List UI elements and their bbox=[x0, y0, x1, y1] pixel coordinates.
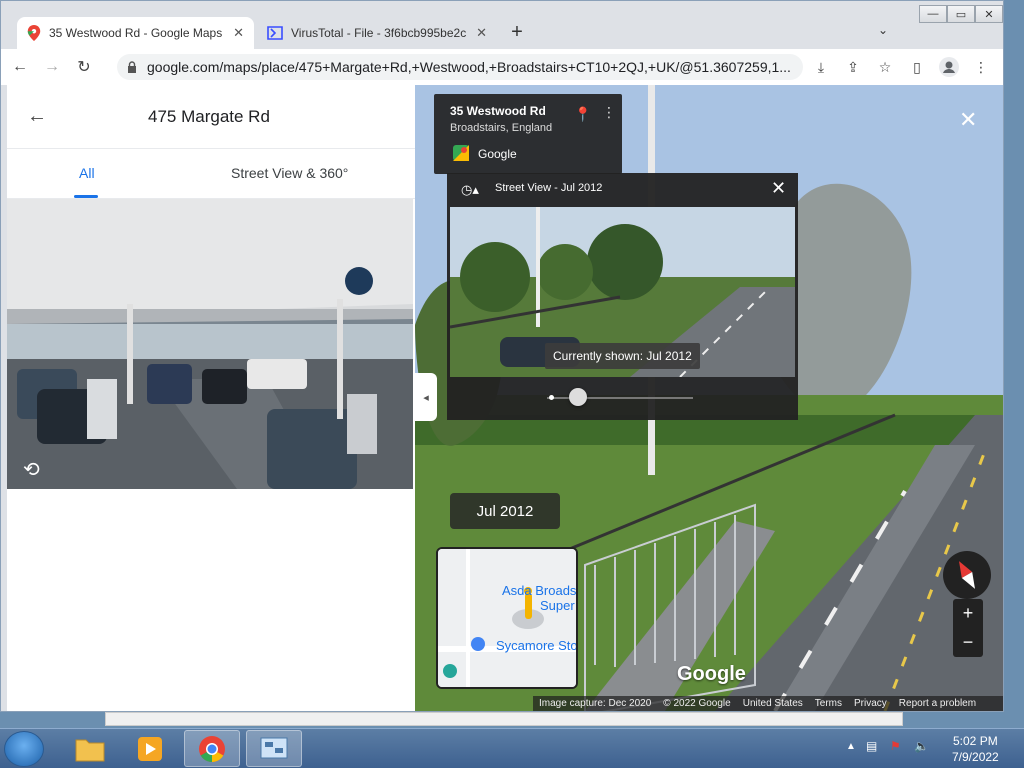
url-text: google.com/maps/place/475+Margate+Rd,+We… bbox=[147, 59, 791, 75]
time-machine-header: ◷▴ Street View - Jul 2012 ✕ bbox=[447, 173, 798, 205]
taskbar-chrome-icon[interactable] bbox=[184, 730, 240, 767]
virustotal-icon bbox=[267, 26, 283, 40]
panel-header: ← 475 Margate Rd bbox=[7, 85, 415, 149]
collapse-panel-button[interactable]: ◂ bbox=[415, 373, 437, 421]
address-bar[interactable]: google.com/maps/place/475+Margate+Rd,+We… bbox=[117, 54, 803, 80]
clock[interactable]: 5:02 PM 7/9/2022 bbox=[952, 733, 999, 765]
tab-close-icon[interactable]: ✕ bbox=[476, 25, 487, 41]
profile-avatar-icon[interactable] bbox=[937, 55, 961, 79]
location-info-card: 35 Westwood Rd Broadstairs, England 📍 ⋮ … bbox=[434, 94, 622, 174]
toolbar-icons: ⤓ ⇪ ☆ ▯ ⋮ bbox=[809, 55, 993, 79]
side-panel-icon[interactable]: ▯ bbox=[905, 55, 929, 79]
active-tab-indicator bbox=[74, 195, 98, 198]
browser-window: — ▭ ✕ 35 Westwood Rd - Google Maps ✕ Vir… bbox=[0, 0, 1004, 712]
location-subtitle: Broadstairs, England bbox=[450, 122, 553, 134]
new-tab-button[interactable]: + bbox=[506, 21, 528, 43]
tab-google-maps[interactable]: 35 Westwood Rd - Google Maps ✕ bbox=[17, 17, 254, 49]
map-footer: Image capture: Dec 2020 © 2022 Google Un… bbox=[533, 696, 1003, 711]
tab-search-chevron-icon[interactable]: ⌄ bbox=[878, 23, 888, 37]
tab-close-icon[interactable]: ✕ bbox=[233, 25, 244, 41]
windows-taskbar: ▲ ▤ ⚑ 🔈 5:02 PM 7/9/2022 bbox=[0, 728, 1024, 768]
back-arrow-icon[interactable]: ← bbox=[27, 105, 47, 128]
back-button[interactable]: ← bbox=[7, 54, 33, 80]
menu-kebab-icon[interactable]: ⋮ bbox=[969, 55, 993, 79]
poi-label-asda: Asda Broads bbox=[502, 583, 577, 598]
lock-icon bbox=[128, 61, 136, 73]
tab-street-view-360[interactable]: Street View & 360° bbox=[231, 165, 348, 181]
poi-label-sycamore: Sycamore Sto bbox=[496, 638, 578, 653]
tab-label: 35 Westwood Rd - Google Maps bbox=[49, 26, 223, 40]
action-center-flag-icon[interactable]: ⚑ bbox=[890, 739, 901, 753]
report-problem-link[interactable]: Report a problem bbox=[899, 698, 976, 709]
clock-time: 5:02 PM bbox=[953, 734, 998, 748]
reload-button[interactable]: ↻ bbox=[71, 54, 97, 80]
bookmark-star-icon[interactable]: ☆ bbox=[873, 55, 897, 79]
start-button-icon[interactable] bbox=[4, 731, 44, 767]
maps-pin-icon bbox=[27, 25, 41, 41]
close-street-view-icon[interactable]: ✕ bbox=[959, 107, 977, 133]
browser-toolbar: ← → ↻ google.com/maps/place/475+Margate+… bbox=[1, 49, 1003, 85]
copyright-text: © 2022 Google bbox=[663, 698, 731, 709]
clock-date: 7/9/2022 bbox=[952, 750, 999, 764]
street-view-pane[interactable]: 35 Westwood Rd Broadstairs, England 📍 ⋮ … bbox=[415, 85, 1003, 711]
volume-icon[interactable]: 🔈 bbox=[914, 739, 929, 753]
source-label: Google bbox=[478, 147, 517, 161]
privacy-link[interactable]: Privacy bbox=[854, 698, 887, 709]
forward-button[interactable]: → bbox=[39, 54, 65, 80]
currently-shown-tooltip: Currently shown: Jul 2012 bbox=[545, 343, 700, 369]
google-maps-logo-icon bbox=[453, 145, 469, 161]
map-pin-icon[interactable]: 📍 bbox=[574, 106, 591, 123]
horizontal-scrollbar[interactable] bbox=[105, 712, 903, 726]
region-link[interactable]: United States bbox=[743, 698, 803, 709]
gas-station-photo[interactable]: ⟲ bbox=[7, 199, 413, 489]
show-hidden-icons-chevron-icon[interactable]: ▲ bbox=[846, 741, 856, 752]
system-tray: ▲ ▤ ⚑ 🔈 5:02 PM 7/9/2022 bbox=[840, 729, 1024, 768]
tab-virustotal[interactable]: VirusTotal - File - 3f6bcb995be2c ✕ bbox=[257, 17, 497, 49]
zoom-out-button[interactable]: − bbox=[953, 628, 983, 657]
network-icon[interactable]: ▤ bbox=[866, 739, 877, 753]
time-machine-panel: ◷▴ Street View - Jul 2012 ✕ Currently sh… bbox=[447, 173, 798, 420]
photo-tabs: All Street View & 360° bbox=[7, 149, 415, 199]
mini-map[interactable]: Asda Broads Super Sycamore Sto bbox=[436, 547, 578, 689]
tab-label: VirusTotal - File - 3f6bcb995be2c bbox=[291, 26, 467, 40]
image-capture-date: Image capture: Dec 2020 bbox=[539, 698, 652, 709]
location-title: 35 Westwood Rd bbox=[450, 104, 546, 118]
terms-link[interactable]: Terms bbox=[815, 698, 842, 709]
rotate-360-icon: ⟲ bbox=[23, 459, 40, 481]
tab-all[interactable]: All bbox=[79, 165, 95, 181]
share-icon[interactable]: ⇪ bbox=[841, 55, 865, 79]
google-watermark: Google bbox=[677, 663, 746, 685]
taskbar-media-player-icon[interactable] bbox=[122, 730, 178, 767]
compass-icon[interactable] bbox=[943, 551, 991, 599]
zoom-controls: + − bbox=[953, 599, 983, 657]
taskbar-control-panel-icon[interactable] bbox=[246, 730, 302, 767]
taskbar-explorer-icon[interactable] bbox=[62, 730, 118, 767]
zoom-in-button[interactable]: + bbox=[953, 599, 983, 628]
history-clock-icon[interactable]: ◷▴ bbox=[461, 182, 479, 198]
tab-strip: 35 Westwood Rd - Google Maps ✕ VirusTota… bbox=[1, 15, 1003, 49]
panel-title: 475 Margate Rd bbox=[148, 107, 270, 126]
more-options-icon[interactable]: ⋮ bbox=[602, 104, 616, 121]
close-time-machine-icon[interactable]: ✕ bbox=[771, 178, 786, 199]
timeline-slider-handle[interactable] bbox=[569, 388, 587, 406]
time-machine-title: Street View - Jul 2012 bbox=[495, 182, 603, 194]
poi-label-super: Super bbox=[540, 598, 575, 613]
timeline-start-dot bbox=[549, 395, 554, 400]
place-photos-panel: ← 475 Margate Rd All Street View & 360° bbox=[7, 85, 415, 711]
capture-date-badge[interactable]: Jul 2012 bbox=[450, 493, 560, 529]
install-app-icon[interactable]: ⤓ bbox=[809, 55, 833, 79]
